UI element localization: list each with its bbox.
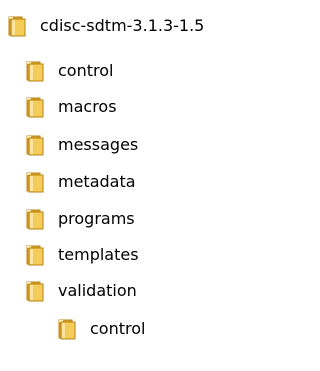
folder-icon <box>24 207 46 231</box>
tree-item-messages[interactable]: messages <box>0 130 138 160</box>
tree-item-programs[interactable]: programs <box>0 204 135 234</box>
folder-icon <box>24 95 46 119</box>
tree-item-label: macros <box>58 97 117 116</box>
tree-subitem-label: control <box>90 319 146 338</box>
tree-item-validation[interactable]: validation <box>0 276 137 306</box>
tree-item-metadata[interactable]: metadata <box>0 167 136 197</box>
tree-item-label: templates <box>58 245 139 264</box>
tree-item-label: messages <box>58 135 139 154</box>
folder-icon <box>56 317 78 341</box>
tree-item-templates[interactable]: templates <box>0 240 139 270</box>
tree-item-label: validation <box>58 281 137 300</box>
folder-icon <box>24 59 46 83</box>
folder-tree: cdisc-sdtm-3.1.3-1.5 control macros mess… <box>0 0 269 371</box>
tree-root-label: cdisc-sdtm-3.1.3-1.5 <box>40 16 205 35</box>
folder-icon <box>24 279 46 303</box>
tree-subitem-control[interactable]: control <box>0 314 145 344</box>
tree-root-folder[interactable]: cdisc-sdtm-3.1.3-1.5 <box>0 11 204 41</box>
tree-item-label: metadata <box>58 172 136 191</box>
folder-icon <box>6 14 28 38</box>
folder-icon <box>24 133 46 157</box>
folder-icon <box>24 243 46 267</box>
tree-item-label: control <box>58 61 114 80</box>
tree-item-label: programs <box>58 209 135 228</box>
tree-item-control[interactable]: control <box>0 56 113 86</box>
folder-icon <box>24 170 46 194</box>
tree-item-macros[interactable]: macros <box>0 92 117 122</box>
